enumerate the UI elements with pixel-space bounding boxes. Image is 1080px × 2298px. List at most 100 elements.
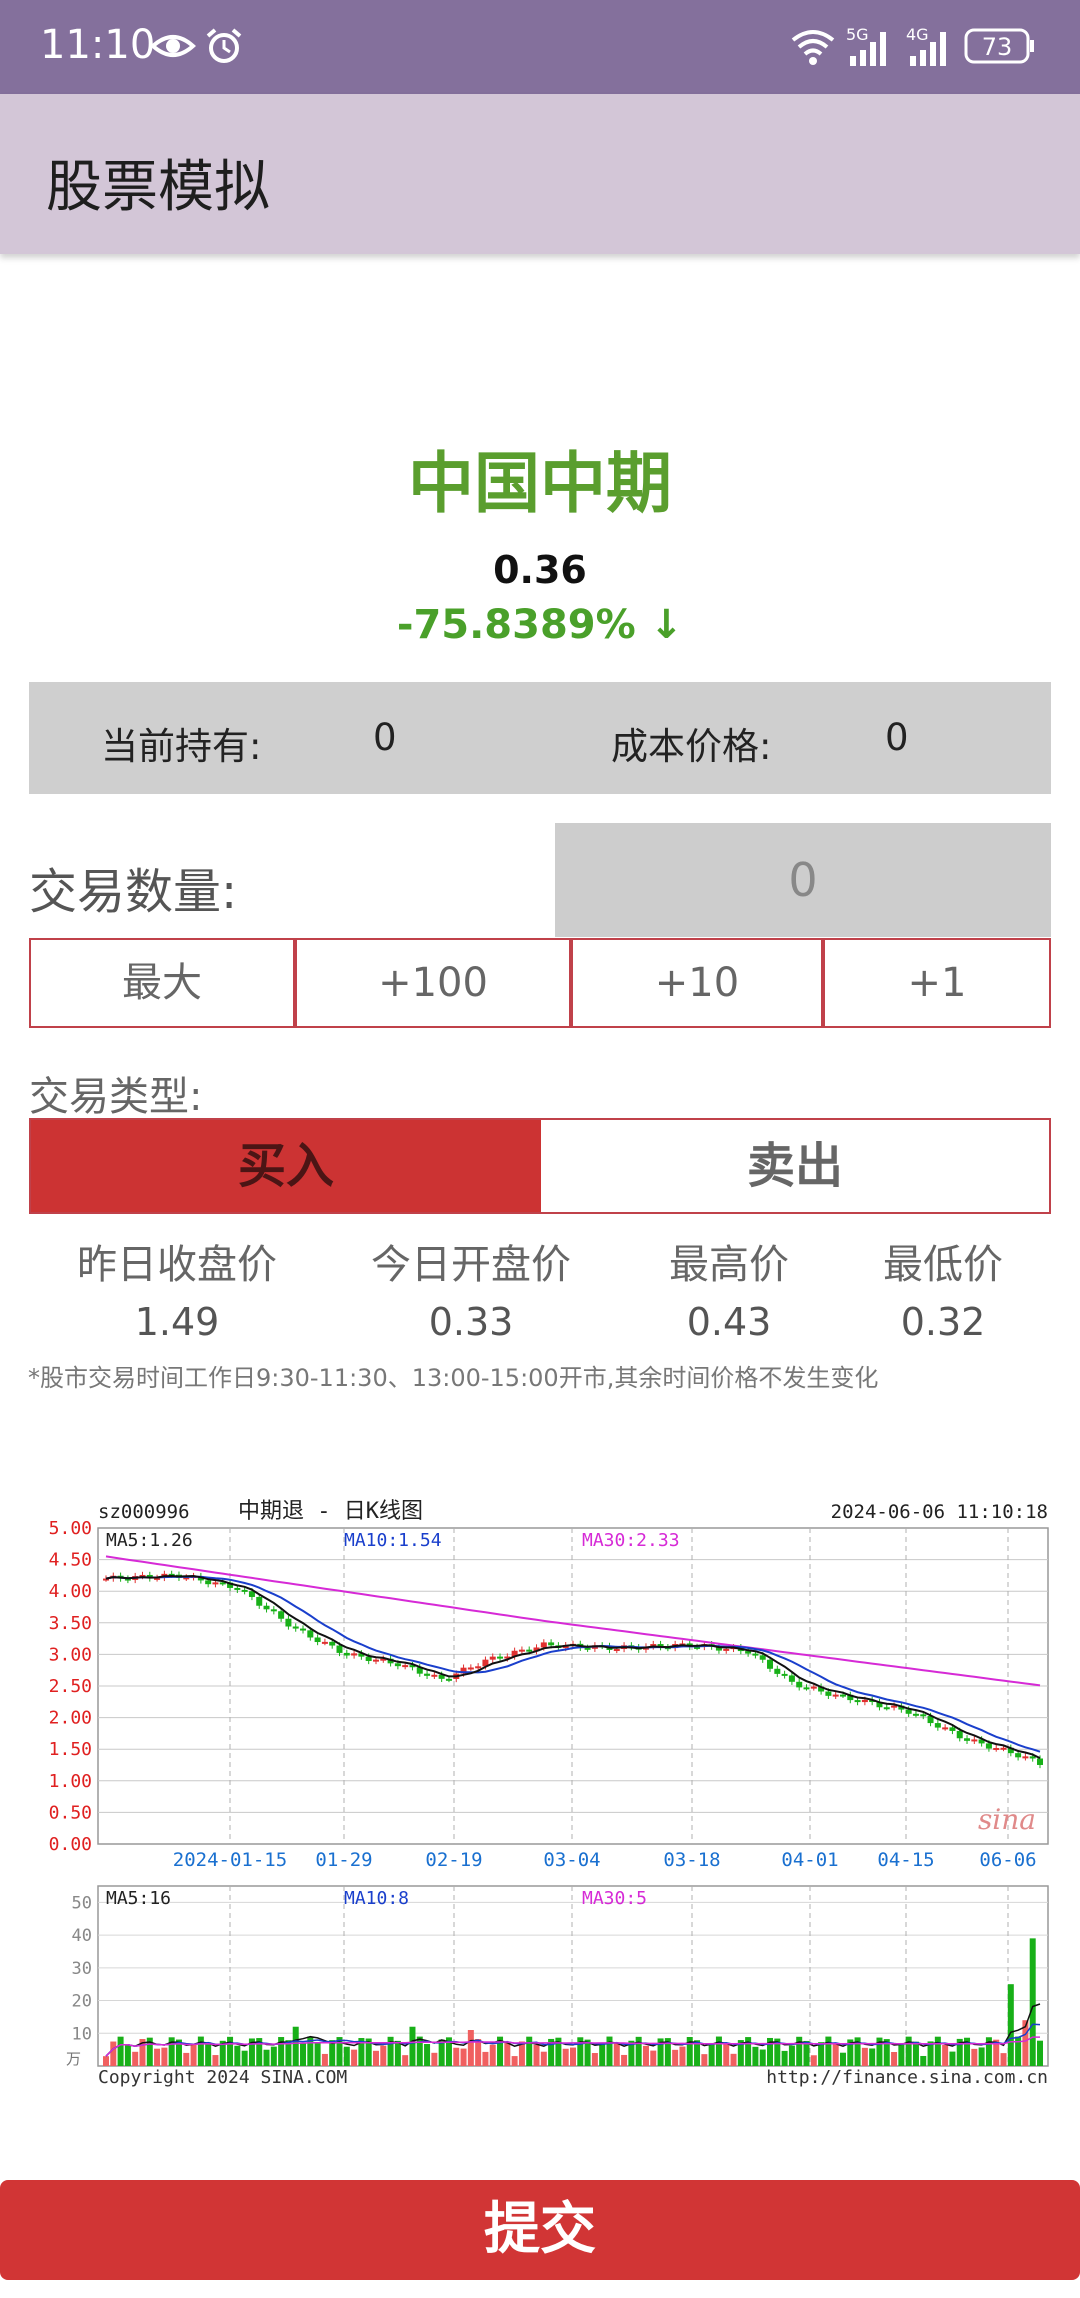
volume-bar [380, 2045, 387, 2066]
buy-button[interactable]: 买入 [31, 1120, 541, 1212]
volume-bar [300, 2043, 307, 2066]
volume-bar [934, 2036, 941, 2066]
plus-100-button[interactable]: +100 [295, 938, 571, 1028]
candle-body [475, 1666, 482, 1669]
candle-body [934, 1723, 941, 1728]
price-tick: 4.00 [49, 1581, 92, 1602]
volume-bar [460, 2048, 467, 2066]
stat-label: 今日开盘价 [371, 1242, 571, 1288]
candle-body [752, 1653, 759, 1656]
quantity-input[interactable]: 0 [555, 823, 1051, 937]
max-button[interactable]: 最大 [29, 938, 295, 1028]
candle-body [270, 1609, 277, 1612]
stat-label: 最高价 [669, 1242, 789, 1288]
app-title: 股票模拟 [46, 155, 270, 220]
volume-bar [803, 2040, 810, 2066]
volume-bar [788, 2045, 795, 2066]
candle-body [278, 1611, 285, 1619]
candle-body [526, 1649, 533, 1652]
volume-bar [263, 2049, 270, 2066]
stat-label: 最低价 [883, 1242, 1003, 1288]
candle-body [336, 1645, 343, 1653]
status-bar: 11:10 5G 4G 73 [0, 0, 1080, 94]
trading-hours-note: *股市交易时间工作日9:30-11:30、13:00-15:00开市,其余时间价… [28, 1364, 879, 1392]
volume-bar [723, 2043, 730, 2066]
volume-bar [1000, 2053, 1007, 2066]
volume-bar [1029, 1938, 1036, 2066]
volume-bar [621, 2054, 628, 2066]
volume-tick: 10 [72, 2024, 92, 2044]
volume-bar [183, 2052, 190, 2066]
volume-bar [613, 2042, 620, 2066]
volume-bar [482, 2051, 489, 2066]
candle-body [781, 1673, 788, 1676]
price-axis-labels: 5.00 4.50 4.00 3.50 3.00 2.50 2.00 1.50 1.00 0.50… [49, 1518, 92, 1855]
sina-watermark: sina [978, 1803, 1036, 1836]
candle-body [518, 1649, 525, 1652]
candle-body [985, 1743, 992, 1749]
ma10-label: MA10:1.54 [344, 1530, 442, 1551]
volume-bar [343, 2046, 350, 2066]
signal-4g-icon: 4G [906, 26, 946, 66]
volume-bar [117, 2036, 124, 2066]
volume-bar [321, 2053, 328, 2066]
volume-bar [270, 2046, 277, 2066]
plus-10-button[interactable]: +10 [571, 938, 823, 1028]
volume-bar [190, 2043, 197, 2066]
volume-bar [197, 2036, 204, 2066]
volume-bar [759, 2049, 766, 2066]
volume-bar [387, 2036, 394, 2066]
volume-bar [869, 2048, 876, 2066]
eye-icon [150, 35, 196, 57]
candle-body [803, 1687, 810, 1690]
candle-body [394, 1663, 401, 1667]
held-value: 0 [373, 716, 397, 759]
volume-bar [453, 2047, 460, 2066]
price-tick: 3.50 [49, 1613, 92, 1634]
candle-body [825, 1691, 832, 1696]
volume-tick: 40 [72, 1926, 92, 1946]
volume-bar [351, 2049, 358, 2066]
net2-label: 4G [906, 26, 929, 44]
trade-type-label: 交易类型: [29, 1074, 203, 1120]
volume-bar [132, 2051, 139, 2066]
candle-body [759, 1655, 766, 1660]
volume-bar [949, 2051, 956, 2066]
stat-high: 最高价 0.43 [620, 1232, 838, 1344]
candle-body [971, 1739, 978, 1742]
stock-name: 中国中期 [408, 445, 672, 522]
volume-bar [1037, 2040, 1043, 2066]
candle-body [788, 1675, 795, 1682]
candle-body [949, 1727, 956, 1731]
volume-bar [394, 2040, 401, 2066]
volume-bar [161, 2047, 168, 2066]
volume-bar [110, 2041, 117, 2066]
volume-bar [511, 2056, 518, 2066]
candle-body [854, 1700, 861, 1703]
candle-body [767, 1659, 774, 1669]
volume-bar [650, 2050, 657, 2066]
candle-body [321, 1641, 328, 1644]
volume-bar [891, 2052, 898, 2066]
candle-body [774, 1668, 781, 1674]
price-tick: 5.00 [49, 1518, 92, 1539]
candle-body [205, 1580, 212, 1585]
plus-1-button[interactable]: +1 [823, 938, 1051, 1028]
stat-value: 0.32 [900, 1300, 986, 1344]
volume-bar [635, 2036, 642, 2066]
price-tick: 3.00 [49, 1644, 92, 1665]
candle-body [212, 1582, 219, 1585]
date-tick: 04-01 [781, 1849, 838, 1871]
volume-bar [672, 2049, 679, 2066]
volume-bar [825, 2036, 832, 2066]
stat-open: 今日开盘价 0.33 [340, 1232, 602, 1344]
submit-button[interactable]: 提交 [0, 2180, 1080, 2280]
sell-button[interactable]: 卖出 [541, 1120, 1049, 1212]
date-tick: 06-06 [979, 1849, 1036, 1871]
candle-body [905, 1709, 912, 1714]
candle-body [424, 1673, 431, 1676]
battery-icon: 73 [964, 28, 1034, 64]
candle-body [307, 1630, 314, 1638]
signal-5g-icon: 5G [846, 26, 886, 66]
volume-bar [489, 2044, 496, 2066]
